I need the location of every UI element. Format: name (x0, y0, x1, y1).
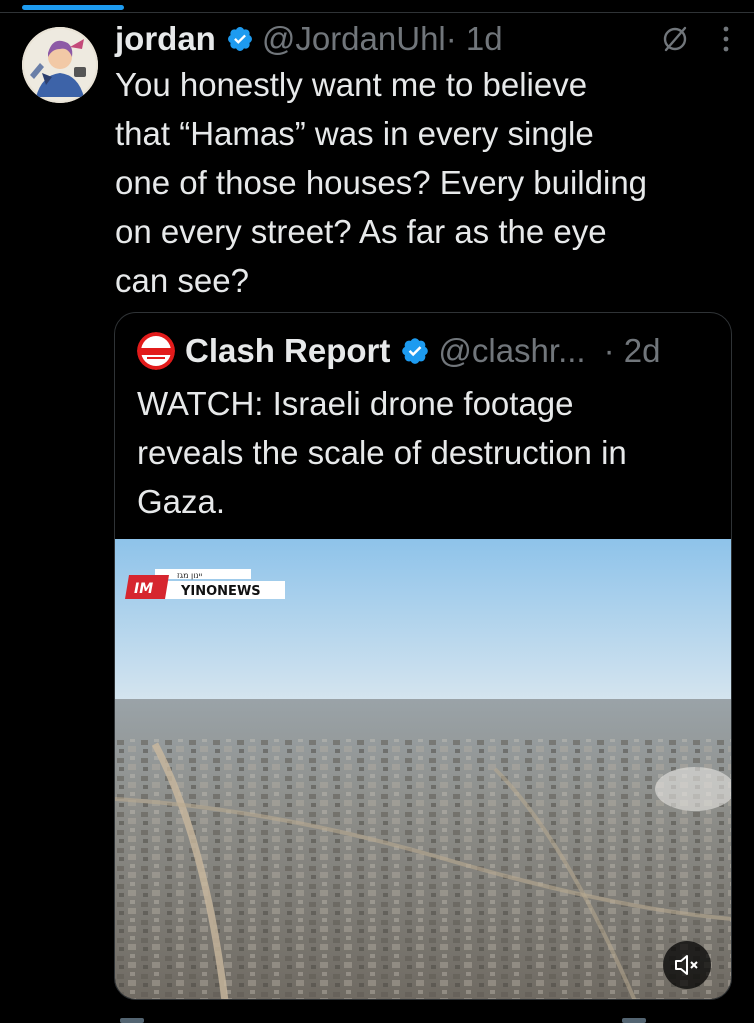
quoted-tweet-header: Clash Report @clashr... · 2d (137, 331, 713, 371)
display-name[interactable]: jordan (115, 20, 216, 58)
grok-icon[interactable] (660, 24, 690, 54)
verified-badge-icon (227, 27, 252, 51)
logo-mark: IM (134, 581, 153, 597)
action-bar-peek (120, 1018, 144, 1023)
tweet-text: You honestly want me to believe that “Ha… (115, 66, 648, 299)
quoted-avatar (137, 332, 175, 370)
mute-button[interactable] (663, 941, 711, 989)
quoted-timestamp: · 2d (603, 332, 661, 369)
yinonews-logo: IM יינון מגז YINONEWS (125, 559, 285, 605)
active-tab-indicator (22, 5, 124, 10)
video-player[interactable]: IM יינון מגז YINONEWS (115, 539, 731, 999)
handle[interactable]: @JordanUhl (262, 20, 446, 58)
action-bar-peek (622, 1018, 646, 1023)
avatar[interactable] (22, 27, 98, 103)
logo-small-text: יינון מגז (177, 571, 202, 580)
top-divider (0, 12, 754, 13)
quoted-display-name: Clash Report (185, 332, 391, 369)
quoted-tweet[interactable]: Clash Report @clashr... · 2d WATCH: Isra… (114, 312, 732, 1000)
timestamp[interactable]: · 1d (446, 20, 503, 58)
volume-muted-icon (675, 955, 698, 975)
logo-text: YINONEWS (180, 584, 261, 599)
more-vertical-icon[interactable] (722, 25, 730, 53)
video-frame (115, 539, 731, 999)
tweet-header: jordan @JordanUhl · 1d (115, 18, 730, 60)
verified-badge-icon (402, 338, 429, 364)
quoted-handle: @clashr... (438, 332, 586, 369)
quoted-tweet-text: WATCH: Israeli drone footage reveals the… (137, 385, 627, 520)
